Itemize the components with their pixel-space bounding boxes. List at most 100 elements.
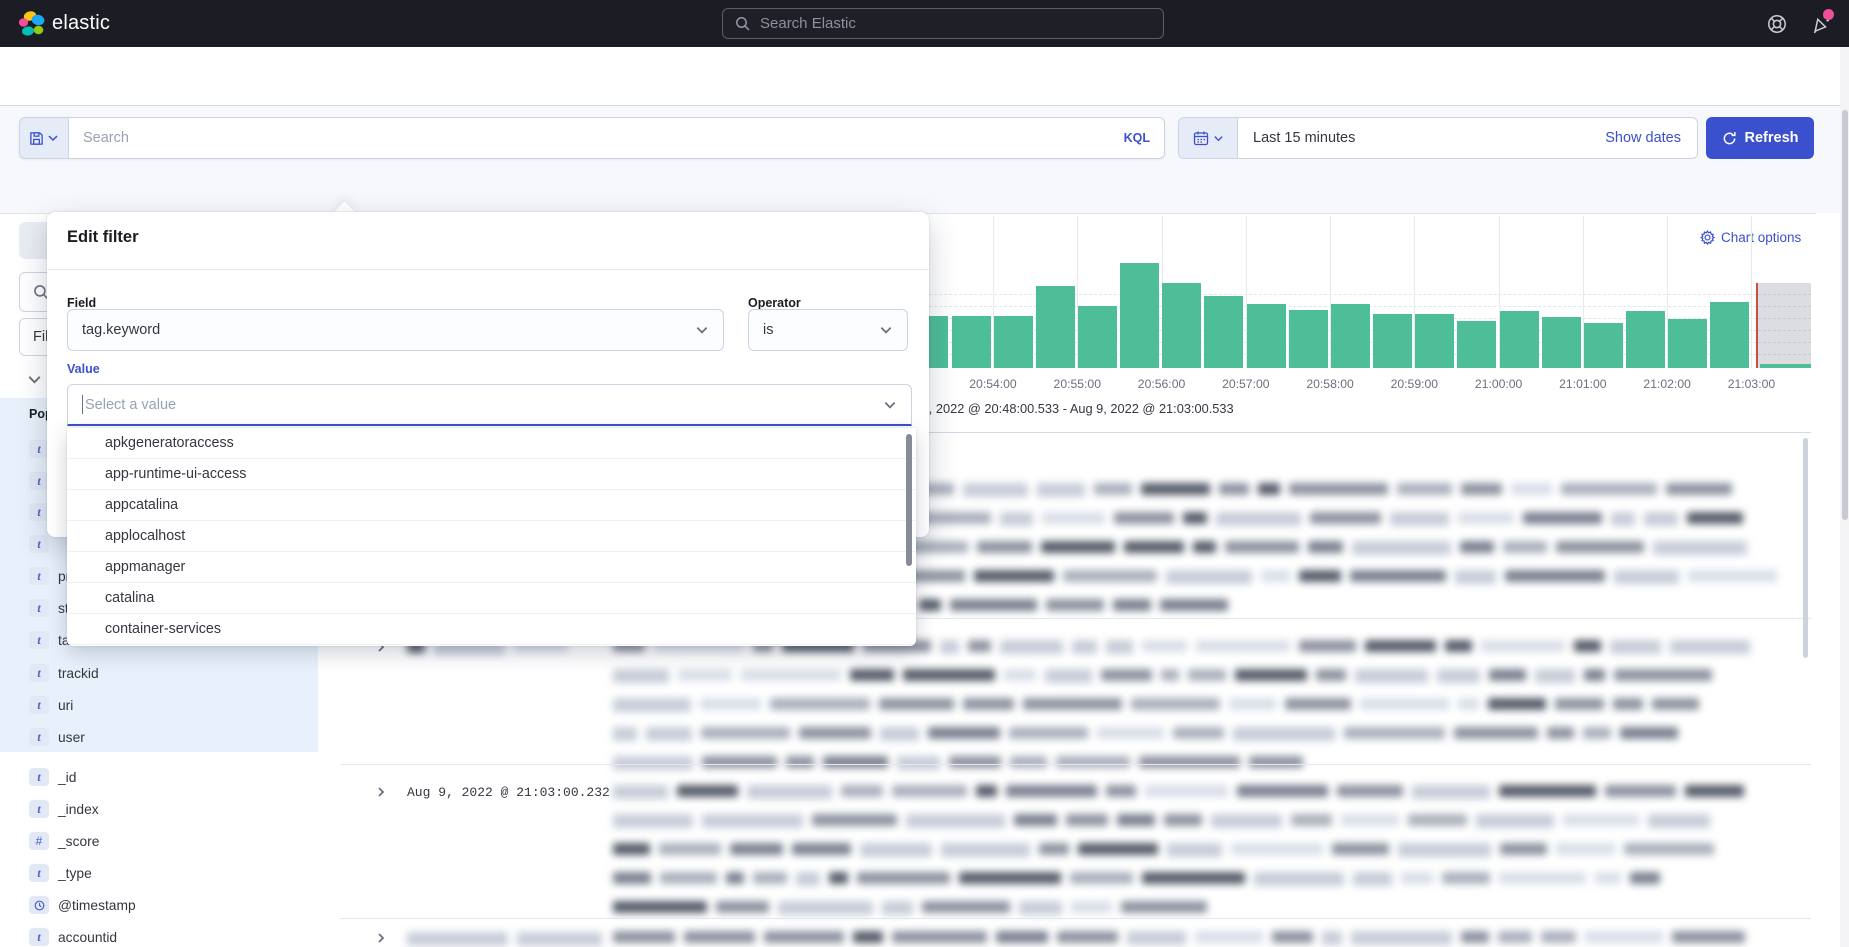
redacted-text (1164, 814, 1202, 826)
quick-time-menu-button[interactable] (1179, 118, 1238, 158)
expand-row-chevron-icon[interactable] (375, 786, 387, 798)
redacted-text (1574, 640, 1601, 652)
gear-icon (1700, 230, 1715, 245)
histogram-bar[interactable] (1668, 319, 1707, 368)
redacted-text (786, 756, 814, 768)
sidebar-field-uri[interactable]: turi (29, 696, 73, 714)
kql-query-input[interactable]: Search KQL (68, 117, 1165, 159)
histogram-bar[interactable] (1710, 302, 1749, 368)
value-option[interactable]: appcatalina (67, 490, 916, 521)
redacted-text (613, 814, 693, 828)
value-option[interactable]: catalina (67, 583, 916, 614)
redacted-text (1039, 843, 1069, 855)
field-select[interactable]: tag.keyword (67, 309, 724, 351)
refresh-icon (1722, 131, 1737, 146)
redacted-text (1000, 512, 1032, 526)
histogram-bar[interactable] (1036, 286, 1075, 368)
sidebar-field-trackid[interactable]: ttrackid (29, 664, 99, 682)
global-search-input[interactable]: Search Elastic (722, 8, 1164, 39)
sidebar-field-hidden-1[interactable]: t (29, 472, 49, 490)
redacted-text (770, 698, 870, 710)
histogram-bar[interactable] (1415, 314, 1454, 368)
sidebar-field-hidden-0[interactable]: t (29, 440, 49, 458)
redacted-text (1437, 669, 1480, 683)
histogram-bar[interactable] (1457, 321, 1496, 368)
sidebar-field-hidden-2[interactable]: t (29, 503, 49, 521)
newsfeed-icon[interactable] (1810, 13, 1832, 35)
refresh-button[interactable]: Refresh (1706, 117, 1814, 159)
x-axis-tick-label: 20:58:00 (1306, 377, 1353, 391)
redacted-text (1595, 872, 1621, 884)
value-option[interactable]: app-runtime-ui-access (67, 459, 916, 490)
redacted-text (1685, 785, 1745, 797)
page-scrollbar-thumb[interactable] (1842, 110, 1848, 520)
histogram-bar[interactable] (1162, 283, 1201, 368)
expand-row-chevron-icon[interactable] (375, 932, 387, 944)
sidebar-field-index[interactable]: t_index (29, 800, 99, 818)
text-field-badge: t (29, 768, 49, 786)
row-separator (340, 918, 1811, 919)
redacted-text (726, 872, 744, 884)
histogram-bar[interactable] (1204, 296, 1243, 368)
redacted-text (1057, 931, 1118, 943)
discover-app-window: elastic Search Elastic (0, 0, 1849, 947)
sidebar-field-type[interactable]: t_type (29, 864, 92, 882)
sidebar-field-id[interactable]: t_id (29, 768, 76, 786)
histogram-bar[interactable] (1500, 311, 1539, 368)
sidebar-field-pr[interactable]: tpr (29, 567, 70, 585)
histogram-bar[interactable] (1626, 311, 1665, 368)
partial-bucket-bar (1760, 364, 1811, 368)
histogram-bar[interactable] (994, 316, 1033, 368)
redacted-text (850, 669, 894, 681)
histogram-bar[interactable] (1331, 304, 1370, 368)
histogram-bar[interactable] (1373, 314, 1412, 368)
histogram-bar[interactable] (1289, 310, 1328, 368)
redacted-text (1499, 785, 1596, 797)
help-icon[interactable] (1766, 13, 1788, 35)
documents-scrollbar-thumb[interactable] (1803, 438, 1808, 658)
redacted-text (1460, 541, 1494, 553)
histogram-bar[interactable] (1584, 323, 1623, 368)
sidebar-field-user[interactable]: tuser (29, 728, 85, 746)
operator-select[interactable]: is (748, 309, 908, 351)
value-option[interactable]: applocalhost (67, 521, 916, 552)
value-combobox[interactable]: Select a value (67, 384, 912, 426)
redacted-text (950, 599, 1037, 611)
sidebar-field-ta[interactable]: tta (29, 631, 70, 649)
v-gridline (1751, 216, 1752, 368)
time-range-value[interactable]: Last 15 minutes (1253, 130, 1605, 146)
options-scrollbar-thumb[interactable] (906, 434, 912, 566)
redacted-text (1563, 814, 1639, 826)
sidebar-field-accountid[interactable]: taccountid (29, 928, 117, 946)
value-option[interactable]: apkgeneratoraccess (67, 428, 916, 459)
x-axis-tick-label: 20:57:00 (1222, 377, 1269, 391)
value-option[interactable]: appmanager (67, 552, 916, 583)
redacted-text (1408, 814, 1467, 826)
chevron-down-icon[interactable] (26, 371, 43, 388)
sidebar-field-score[interactable]: #_score (29, 832, 99, 850)
sidebar-field-hidden-3[interactable]: t (29, 535, 49, 553)
redacted-text (1648, 814, 1710, 828)
histogram-bar[interactable] (1247, 304, 1286, 368)
redacted-text (1160, 599, 1228, 611)
histogram-bar[interactable] (1542, 317, 1581, 368)
show-dates-button[interactable]: Show dates (1605, 130, 1681, 146)
sidebar-field-st[interactable]: tst (29, 599, 69, 617)
redacted-text (1390, 512, 1449, 526)
histogram-bar[interactable] (1078, 306, 1117, 368)
value-option[interactable]: container-services (67, 614, 916, 645)
text-field-badge: t (29, 664, 49, 682)
sidebar-field-timestamp[interactable]: @timestamp (29, 896, 136, 914)
histogram-bar[interactable] (952, 316, 991, 368)
redacted-text (716, 901, 770, 913)
histogram-bar[interactable] (1120, 263, 1159, 368)
redacted-text (613, 785, 668, 799)
redacted-text (1584, 669, 1604, 681)
redacted-text (1127, 931, 1186, 945)
redacted-text (1541, 931, 1576, 943)
query-language-badge[interactable]: KQL (1124, 131, 1150, 145)
chevron-down-icon (879, 323, 893, 337)
saved-query-menu-button[interactable] (19, 117, 68, 159)
redacted-text (1167, 843, 1222, 857)
redacted-text (1351, 931, 1452, 945)
